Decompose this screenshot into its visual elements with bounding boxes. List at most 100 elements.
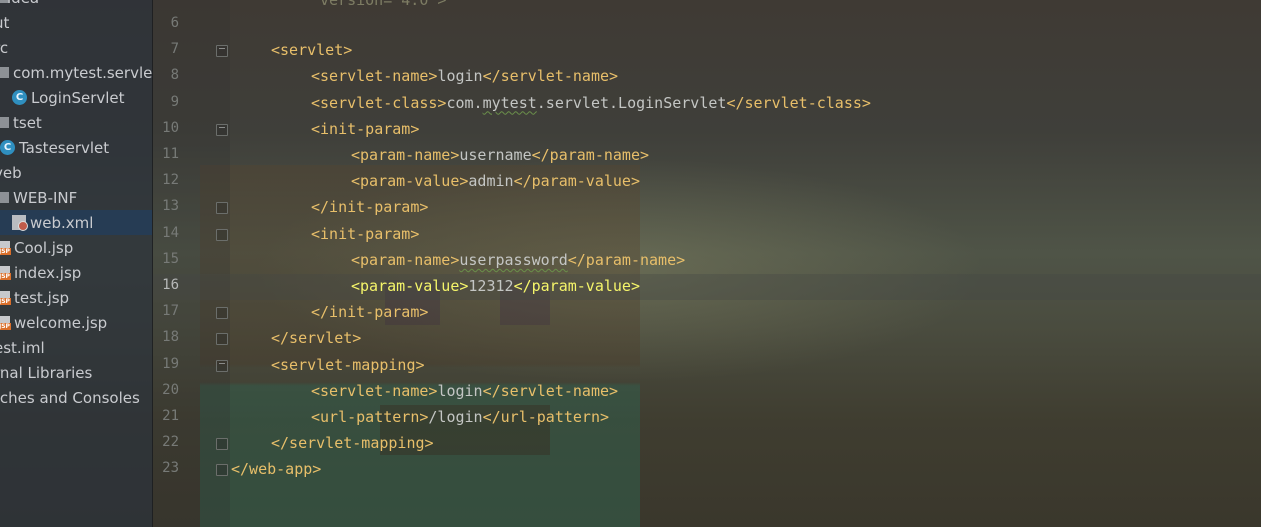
line-number: 22 <box>162 434 179 451</box>
tree-item-label: rc <box>0 38 9 57</box>
line-number: 11 <box>162 146 179 162</box>
tree-item[interactable]: WEB-INF <box>0 185 152 210</box>
fold-collapse-icon[interactable] <box>216 45 228 58</box>
tree-item[interactable]: index.jsp <box>0 260 152 285</box>
tree-item[interactable]: idea <box>0 0 152 10</box>
tree-item[interactable]: Cool.jsp <box>0 235 152 260</box>
xml-text: admin <box>468 172 514 191</box>
xml-tag: </servlet-name> <box>482 67 619 86</box>
jsp-file-icon <box>0 315 11 330</box>
line-number: 18 <box>162 329 179 346</box>
code-line[interactable]: <servlet-class>com.mytest.servlet.LoginS… <box>311 90 871 116</box>
tree-item-label: welcome.jsp <box>14 313 108 332</box>
code-line[interactable]: </web-app> <box>231 456 321 482</box>
tree-item-label: web.xml <box>30 213 94 232</box>
tree-item-label: tches and Consoles <box>0 388 140 407</box>
tree-item[interactable]: welcome.jsp <box>0 310 152 335</box>
tree-item[interactable]: ut <box>0 10 152 35</box>
line-number: 6 <box>170 15 179 31</box>
code-line[interactable]: <param-name>userpassword</param-name> <box>351 247 685 273</box>
code-line-partial[interactable]: version="4.0"> <box>320 0 446 13</box>
jsp-file-icon <box>0 240 11 255</box>
package-icon <box>0 117 9 128</box>
xml-tag: </init-param> <box>311 303 429 322</box>
tree-item-label: Cool.jsp <box>14 238 74 257</box>
code-line[interactable]: <init-param> <box>311 116 419 142</box>
jsp-file-icon <box>0 290 11 305</box>
xml-text: login <box>437 67 483 86</box>
code-line[interactable]: <servlet-name>login</servlet-name> <box>311 63 618 89</box>
tree-item[interactable]: tches and Consoles <box>0 385 152 410</box>
code-line[interactable]: </servlet> <box>271 325 361 351</box>
code-line[interactable]: <servlet-mapping> <box>271 352 425 378</box>
code-line[interactable]: <servlet> <box>271 37 352 63</box>
tree-item[interactable]: rnal Libraries <box>0 360 152 385</box>
line-number: 14 <box>162 224 179 241</box>
xml-file-icon <box>12 215 28 231</box>
code-line[interactable]: <servlet-name>login</servlet-name> <box>311 378 618 404</box>
code-line[interactable]: </init-param> <box>311 299 428 325</box>
tree-item-label: WEB-INF <box>13 188 78 207</box>
folder-icon <box>0 192 9 203</box>
tree-item-label: com.mytest.servlet <box>13 63 153 82</box>
xml-tag: </web-app> <box>231 460 322 479</box>
xml-tag: <init-param> <box>311 224 420 243</box>
xml-tag: <param-name> <box>351 146 460 164</box>
xml-tag: <url-pattern> <box>311 408 429 426</box>
xml-tag: </servlet-class> <box>726 93 871 112</box>
fold-end-icon[interactable] <box>216 228 228 241</box>
tree-item[interactable]: test.jsp <box>0 285 152 310</box>
line-number: 16 <box>162 277 179 293</box>
tree-item[interactable]: tset <box>0 110 152 135</box>
xml-tag: <param-value> <box>351 172 469 191</box>
tree-item-label: test.jsp <box>14 288 70 307</box>
xml-text: 12312 <box>468 277 514 295</box>
tree-item-label: est.iml <box>0 338 45 357</box>
fold-end-icon[interactable] <box>216 438 228 451</box>
line-number: 12 <box>162 172 179 189</box>
fold-end-icon[interactable] <box>216 464 228 477</box>
xml-tag: <init-param> <box>311 119 420 138</box>
project-tree-panel[interactable]: idea ut rccom.mytest.servlet C LoginServlet t… <box>0 0 153 527</box>
tree-item[interactable]: com.mytest.servlet <box>0 60 152 85</box>
code-line[interactable]: <param-value>12312</param-value> <box>351 273 640 299</box>
fold-collapse-icon[interactable] <box>216 123 228 136</box>
line-number: 9 <box>170 93 179 110</box>
line-number: 17 <box>162 303 179 320</box>
fold-end-icon[interactable] <box>216 307 228 320</box>
code-line[interactable]: <url-pattern>/login</url-pattern> <box>311 404 609 430</box>
fold-end-icon[interactable] <box>216 202 228 215</box>
tree-item-label: rnal Libraries <box>0 363 93 382</box>
xml-text: username <box>459 146 532 164</box>
xml-text: com. <box>446 93 483 112</box>
code-line[interactable]: <param-name>username</param-name> <box>351 142 649 168</box>
xml-text: .servlet.LoginServlet <box>536 93 727 112</box>
fold-collapse-icon[interactable] <box>216 359 228 372</box>
tree-item-label: tset <box>13 113 42 132</box>
code-line[interactable]: <param-value>admin</param-value> <box>351 168 640 194</box>
tree-item-label: ut <box>0 13 10 32</box>
class-icon: C <box>12 90 27 105</box>
line-number-partial: 5 <box>153 0 179 3</box>
fold-end-icon[interactable] <box>216 333 228 346</box>
tree-item[interactable]: rc <box>0 35 152 60</box>
xml-tag: <servlet-mapping> <box>271 355 425 374</box>
xml-tag: <servlet> <box>271 41 353 60</box>
tree-item[interactable]: C Tasteservlet <box>0 135 152 160</box>
tree-item[interactable]: est.iml <box>0 335 152 360</box>
line-number: 15 <box>162 250 179 267</box>
xml-tag: </param-value> <box>513 172 640 191</box>
tree-item[interactable]: veb <box>0 160 152 185</box>
code-line[interactable]: </servlet-mapping> <box>271 430 434 456</box>
line-number: 19 <box>162 355 179 372</box>
xml-tag: </url-pattern> <box>482 408 610 426</box>
tree-item[interactable]: web.xml <box>0 210 152 235</box>
xml-tag: </servlet> <box>271 329 362 348</box>
code-line[interactable]: <init-param> <box>311 221 419 247</box>
xml-text: mytest <box>482 93 537 112</box>
tree-item-label: veb <box>0 163 22 182</box>
code-line[interactable]: </init-param> <box>311 194 428 220</box>
xml-tag: </init-param> <box>311 198 429 217</box>
xml-tag: </servlet-mapping> <box>271 434 434 453</box>
tree-item[interactable]: C LoginServlet <box>0 85 152 110</box>
